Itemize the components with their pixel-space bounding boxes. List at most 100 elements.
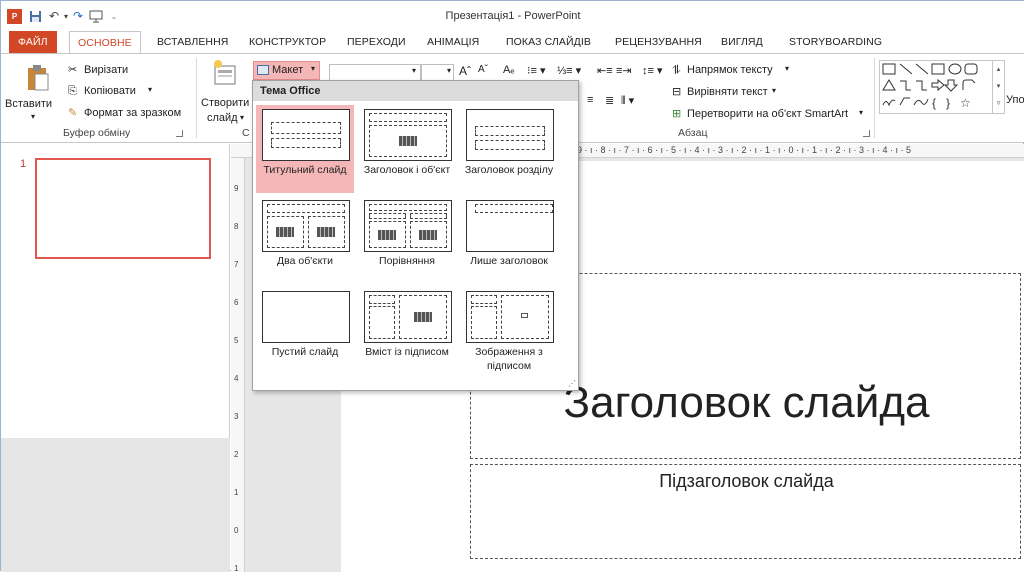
layout-label: Макет xyxy=(272,64,304,76)
shapes-scroll[interactable]: ▴ ▾ ▿ xyxy=(992,61,1004,113)
resize-grip-icon[interactable]: ⋰ xyxy=(568,379,576,388)
layout-comparison[interactable]: Порівняння xyxy=(358,196,456,284)
layout-label: Титульний слайд xyxy=(263,164,347,176)
layout-two-content[interactable]: Два об'єкти xyxy=(256,196,354,284)
text-direction-dropdown-icon[interactable]: ▾ xyxy=(785,64,789,73)
layout-picture-caption[interactable]: Зображення з підписом xyxy=(460,287,558,375)
align-text-icon[interactable]: ⊟ xyxy=(672,85,681,98)
grow-font-icon[interactable]: Aˆ xyxy=(459,64,471,78)
justify-icon[interactable]: ≣ xyxy=(605,94,614,107)
tab-insert[interactable]: ВСТАВЛЕННЯ xyxy=(149,31,237,53)
svg-text:2: 2 xyxy=(234,450,239,459)
layout-button[interactable]: Макет ▾ xyxy=(253,61,320,80)
shapes-gallery[interactable]: { } ☆ ▴ ▾ ▿ xyxy=(879,60,1005,114)
layout-label: Лише заголовок xyxy=(470,255,548,267)
svg-text:6: 6 xyxy=(234,298,239,307)
convert-smartart-dropdown-icon[interactable]: ▾ xyxy=(859,108,863,117)
layout-thumb xyxy=(466,291,554,343)
paragraph-group-label: Абзац xyxy=(678,127,708,139)
columns-icon[interactable]: ⫴ ▾ xyxy=(621,94,634,108)
layout-label: Зображення з підписом xyxy=(475,346,543,372)
svg-text:0: 0 xyxy=(234,526,239,535)
tab-view[interactable]: ВИГЛЯД xyxy=(713,31,771,53)
group-separator xyxy=(196,58,197,138)
paragraph-launcher-icon[interactable] xyxy=(863,130,870,137)
format-painter-icon[interactable]: ✎ xyxy=(68,106,77,119)
layout-label: Вміст із підписом xyxy=(365,346,449,358)
picture-icon xyxy=(521,313,528,318)
layout-title-content[interactable]: Заголовок і об'єкт xyxy=(358,105,456,193)
svg-text:5: 5 xyxy=(234,336,239,345)
layout-label: Заголовок розділу xyxy=(464,164,554,176)
tab-file[interactable]: ФАЙЛ xyxy=(9,31,57,53)
new-slide-label-2[interactable]: слайд xyxy=(207,112,238,124)
group-separator xyxy=(874,58,875,138)
align-text-button[interactable]: Вирівняти текст xyxy=(687,86,768,98)
layout-thumb xyxy=(364,109,452,161)
clipboard-launcher-icon[interactable] xyxy=(176,130,183,137)
paste-button[interactable]: Вставити xyxy=(5,98,52,110)
tab-design[interactable]: КОНСТРУКТОР xyxy=(241,31,334,53)
layout-title-slide[interactable]: Титульний слайд xyxy=(256,105,354,193)
clear-formatting-icon[interactable]: Aₑ xyxy=(503,64,514,76)
format-painter-button[interactable]: Формат за зразком xyxy=(84,107,181,119)
shrink-font-icon[interactable]: Aˇ xyxy=(478,64,488,75)
font-name-dropdown-icon[interactable]: ▾ xyxy=(412,66,416,75)
slide-thumbnail[interactable] xyxy=(35,158,211,259)
tab-transitions[interactable]: ПЕРЕХОДИ xyxy=(339,31,414,53)
new-slide-label-1[interactable]: Створити xyxy=(201,97,249,109)
new-slide-icon[interactable] xyxy=(211,58,237,90)
layout-thumb xyxy=(262,291,350,343)
bullets-icon[interactable]: ⁝≡ ▾ xyxy=(527,64,546,77)
svg-text:☆: ☆ xyxy=(960,96,971,110)
ribbon-tabs: ФАЙЛ ОСНОВНЕ ВСТАВЛЕННЯ КОНСТРУКТОР ПЕРЕ… xyxy=(1,31,1024,54)
paste-icon[interactable] xyxy=(26,62,50,92)
title-bar: P ↶ ▾ ↷ ₌ Презентація1 - PowerPoint xyxy=(1,1,1024,31)
thumbnail-pane-empty-area xyxy=(1,438,230,572)
copy-dropdown-icon[interactable]: ▾ xyxy=(148,85,152,94)
layout-content-caption[interactable]: Вміст із підписом xyxy=(358,287,456,375)
increase-indent-icon[interactable]: ≡⇥ xyxy=(616,64,632,77)
align-right-icon[interactable]: ≡ xyxy=(587,94,593,106)
layout-thumb xyxy=(262,109,350,161)
tab-home[interactable]: ОСНОВНЕ xyxy=(69,31,141,54)
tab-review[interactable]: РЕЦЕНЗУВАННЯ xyxy=(607,31,710,53)
layout-blank[interactable]: Пустий слайд xyxy=(256,287,354,375)
horizontal-ruler-ticks: 9 · ı · 8 · ı · 7 · ı · 6 · ı · 5 · ı · … xyxy=(577,145,912,155)
numbering-icon[interactable]: ⅓≡ ▾ xyxy=(557,64,581,77)
convert-smartart-button[interactable]: Перетворити на об'єкт SmartArt xyxy=(687,108,848,120)
tab-slideshow[interactable]: ПОКАЗ СЛАЙДІВ xyxy=(498,31,599,53)
layout-section-header[interactable]: Заголовок розділу xyxy=(460,105,558,193)
paste-dropdown-icon[interactable]: ▾ xyxy=(31,112,35,121)
svg-text:1: 1 xyxy=(234,488,239,497)
align-text-dropdown-icon[interactable]: ▾ xyxy=(772,86,776,95)
svg-text:9: 9 xyxy=(234,184,239,193)
tab-animations[interactable]: АНІМАЦІЯ xyxy=(419,31,487,53)
smartart-icon[interactable]: ⊞ xyxy=(672,107,681,120)
cut-button[interactable]: Вирізати xyxy=(84,64,128,76)
text-direction-button[interactable]: Напрямок тексту xyxy=(687,64,773,76)
line-spacing-icon[interactable]: ↕≡ ▾ xyxy=(642,64,663,77)
cut-icon[interactable]: ✂ xyxy=(68,63,77,76)
slides-group-label: С xyxy=(242,127,250,139)
new-slide-dropdown-icon[interactable]: ▾ xyxy=(240,113,244,122)
layout-thumb xyxy=(364,291,452,343)
arrange-button-partial[interactable]: Упо xyxy=(1006,94,1024,106)
decrease-indent-icon[interactable]: ⇤≡ xyxy=(597,64,613,77)
svg-text:3: 3 xyxy=(234,412,239,421)
tab-storyboarding[interactable]: STORYBOARDING xyxy=(781,31,890,53)
svg-text:4: 4 xyxy=(234,374,239,383)
font-size-dropdown-icon[interactable]: ▾ xyxy=(447,66,451,75)
clipboard-group-label: Буфер обміну xyxy=(63,127,131,139)
svg-text:8: 8 xyxy=(234,222,239,231)
subtitle-placeholder[interactable]: Підзаголовок слайда xyxy=(470,464,1021,559)
layout-icon xyxy=(257,65,269,75)
layout-thumb xyxy=(364,200,452,252)
layout-label: Два об'єкти xyxy=(277,255,333,267)
svg-text:}: } xyxy=(946,96,950,110)
text-direction-icon[interactable]: ⥮ xyxy=(672,63,681,78)
layout-title-only[interactable]: Лише заголовок xyxy=(460,196,558,284)
copy-icon[interactable]: ⎘ xyxy=(68,85,77,98)
copy-button[interactable]: Копіювати xyxy=(84,85,136,97)
gallery-header-label: Тема Office xyxy=(260,85,321,97)
